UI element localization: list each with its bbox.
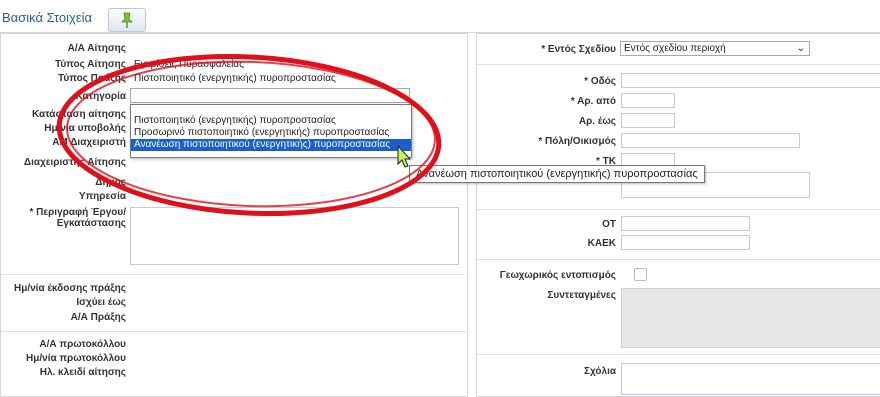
mouse-cursor-icon (397, 144, 412, 168)
annotation-overlay (56, 53, 442, 217)
red-annotation-ellipse (56, 53, 442, 217)
